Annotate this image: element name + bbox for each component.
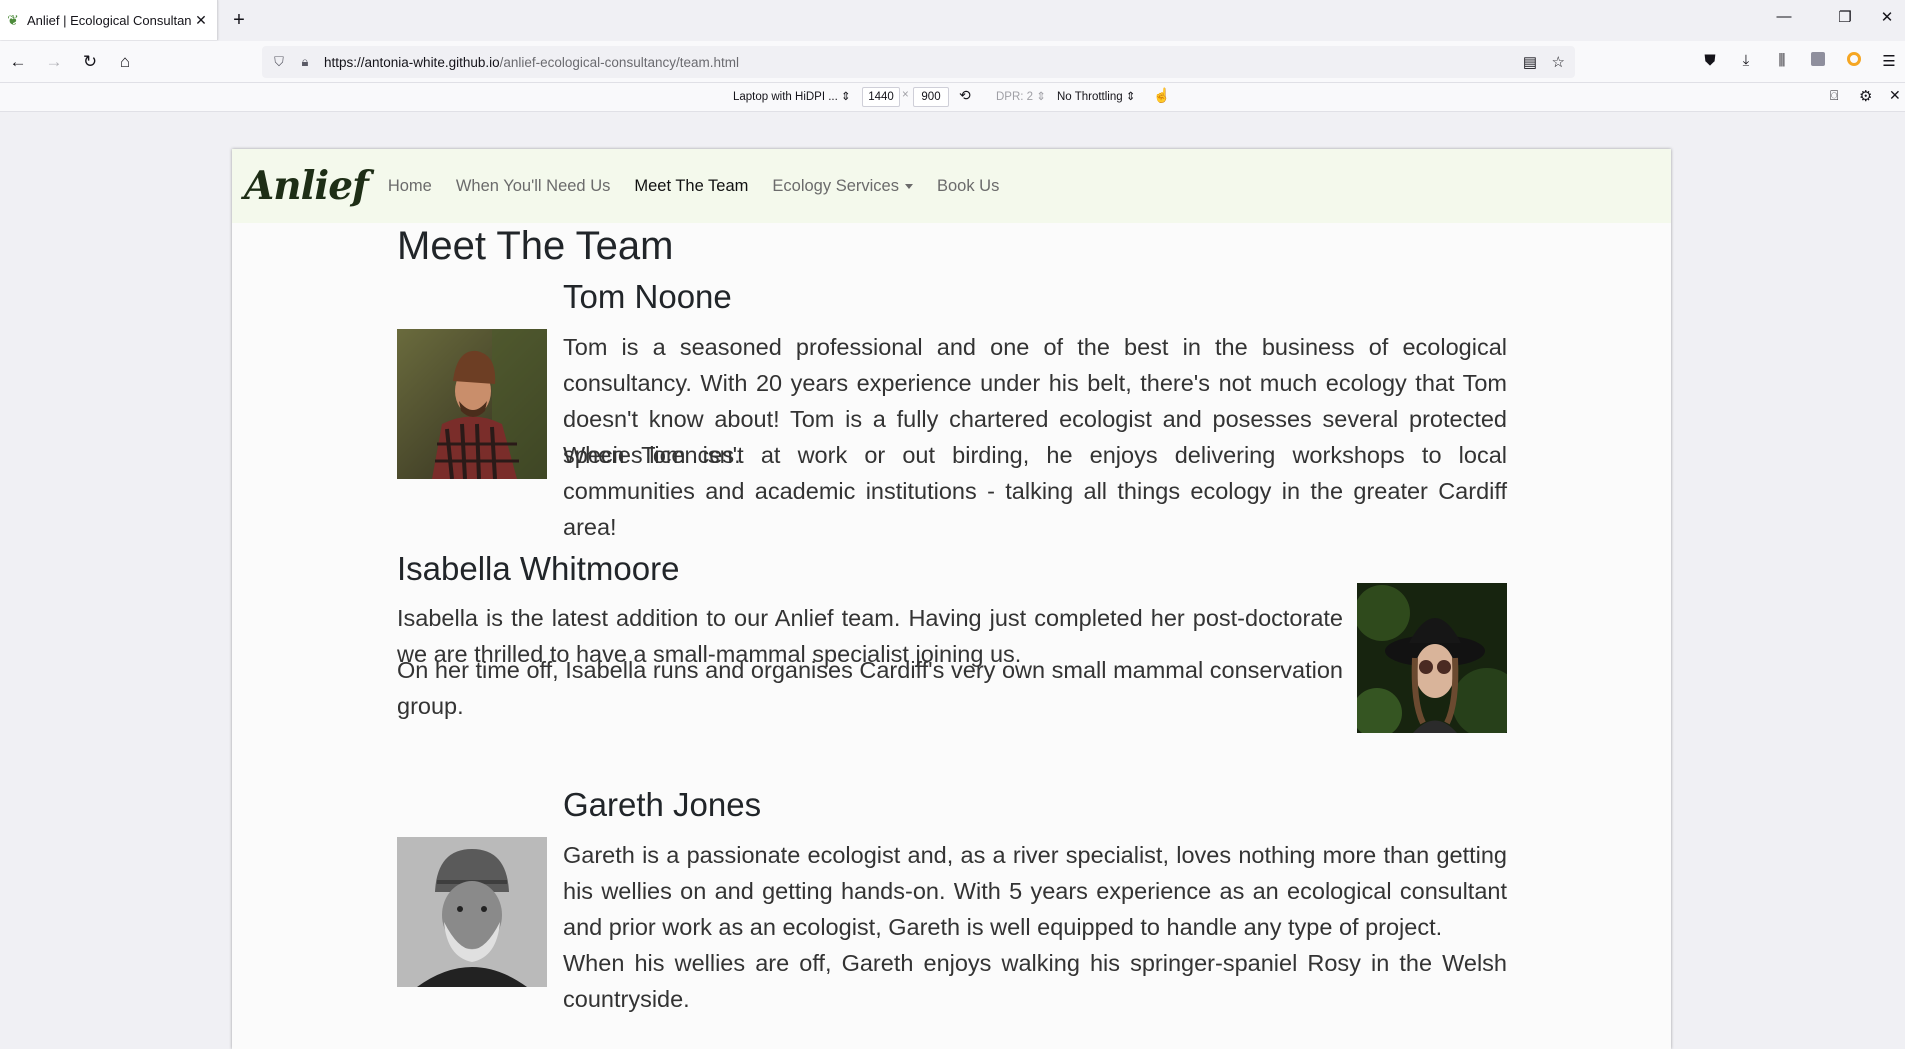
dpr-label: DPR: 2: [996, 91, 1034, 103]
new-tab-icon[interactable]: +: [228, 9, 250, 31]
close-window-icon[interactable]: ✕: [1872, 8, 1902, 26]
home-icon[interactable]: ⌂: [112, 50, 138, 74]
member-bio: When Tom isn't at work or out birding, h…: [563, 442, 1507, 540]
member-bio: Gareth is a passionate ecologist and, as…: [563, 842, 1507, 940]
member-bio: When his wellies are off, Gareth enjoys …: [563, 950, 1507, 1012]
dpr-selector[interactable]: DPR: 2 ⇕: [996, 89, 1046, 103]
lock-icon[interactable]: 🔒︎: [296, 54, 314, 70]
viewport-height-input[interactable]: 900: [913, 87, 949, 107]
browser-tab[interactable]: ❦ Anlief | Ecological Consultancy ✕: [0, 0, 218, 40]
close-rdm-icon[interactable]: ✕: [1889, 87, 1901, 104]
member-photo-gareth: [397, 837, 547, 987]
site-navbar: Anlief Home When You'll Need Us Meet The…: [232, 149, 1671, 223]
minimize-window-icon[interactable]: —: [1769, 8, 1799, 25]
pocket-icon[interactable]: ⛊: [1699, 52, 1721, 72]
throttling-selector[interactable]: No Throttling ⇕: [1057, 89, 1135, 103]
restore-window-icon[interactable]: ❐: [1830, 8, 1860, 26]
nav-link-home[interactable]: Home: [388, 177, 432, 196]
url-bar[interactable]: ⛉ 🔒︎ https://antonia-white.github.io/anl…: [262, 46, 1575, 78]
site-favicon-icon: ❦: [7, 12, 19, 28]
reader-view-icon[interactable]: ▤: [1523, 53, 1537, 71]
nav-dropdown-ecology-services[interactable]: Ecology Services: [772, 177, 913, 196]
bookmark-star-icon[interactable]: ☆: [1552, 53, 1565, 71]
library-icon[interactable]: ⫼: [1771, 52, 1793, 72]
menu-icon[interactable]: ☰: [1878, 52, 1900, 72]
close-tab-icon[interactable]: ✕: [191, 12, 211, 29]
viewport-width-input[interactable]: 1440: [862, 87, 900, 107]
viewport: Anlief Home When You'll Need Us Meet The…: [0, 112, 1905, 1049]
device-selector[interactable]: Laptop with HiDPI ... ⇕: [733, 89, 851, 103]
downloads-icon[interactable]: ⤓: [1735, 52, 1757, 72]
page-title: Meet The Team: [397, 224, 674, 268]
member-name: Gareth Jones: [563, 786, 762, 823]
nav-link-book-us[interactable]: Book Us: [937, 177, 999, 196]
responsive-design-toolbar: Laptop with HiDPI ... ⇕ 1440 × 900 ⟲ DPR…: [0, 83, 1905, 112]
back-icon[interactable]: ←: [5, 50, 31, 74]
nav-dropdown-label: Ecology Services: [772, 176, 899, 195]
dimension-separator: ×: [902, 89, 909, 101]
url-path: /anlief-ecological-consultancy/team.html: [499, 54, 739, 70]
nav-link-when-you-need-us[interactable]: When You'll Need Us: [456, 177, 611, 196]
member-bio: On her time off, Isabella runs and organ…: [397, 657, 1343, 719]
throttling-label: No Throttling: [1057, 91, 1123, 103]
member-photo-tom: [397, 329, 547, 479]
url-text[interactable]: https://antonia-white.github.io/anlief-e…: [324, 55, 739, 70]
brand-logo[interactable]: Anlief: [244, 163, 369, 209]
chevron-down-icon: [904, 183, 913, 189]
tab-title: Anlief | Ecological Consultancy: [27, 12, 191, 28]
member-name: Isabella Whitmoore: [397, 550, 680, 587]
reload-icon[interactable]: ↻: [77, 50, 103, 74]
member-name: Tom Noone: [563, 278, 732, 315]
settings-gear-icon[interactable]: ⚙: [1859, 87, 1872, 105]
extension-icon[interactable]: [1807, 52, 1829, 72]
screenshot-icon[interactable]: ⌼: [1830, 87, 1838, 104]
web-page: Anlief Home When You'll Need Us Meet The…: [232, 149, 1671, 1049]
forward-icon[interactable]: →: [41, 50, 67, 74]
tab-strip: ❦ Anlief | Ecological Consultancy ✕ + — …: [0, 0, 1905, 41]
device-label: Laptop with HiDPI ...: [733, 91, 838, 103]
tracking-shield-icon[interactable]: ⛉: [270, 54, 288, 70]
rotate-icon[interactable]: ⟲: [959, 87, 971, 104]
nav-link-meet-the-team[interactable]: Meet The Team: [634, 177, 748, 196]
extension-orange-icon[interactable]: [1843, 52, 1865, 72]
touch-simulation-icon[interactable]: ☝: [1153, 87, 1170, 104]
member-photo-isabella: [1357, 583, 1507, 733]
browser-toolbar: ← → ↻ ⌂ ⛉ 🔒︎ https://antonia-white.githu…: [0, 41, 1905, 83]
url-host: https://antonia-white.github.io: [324, 54, 500, 70]
